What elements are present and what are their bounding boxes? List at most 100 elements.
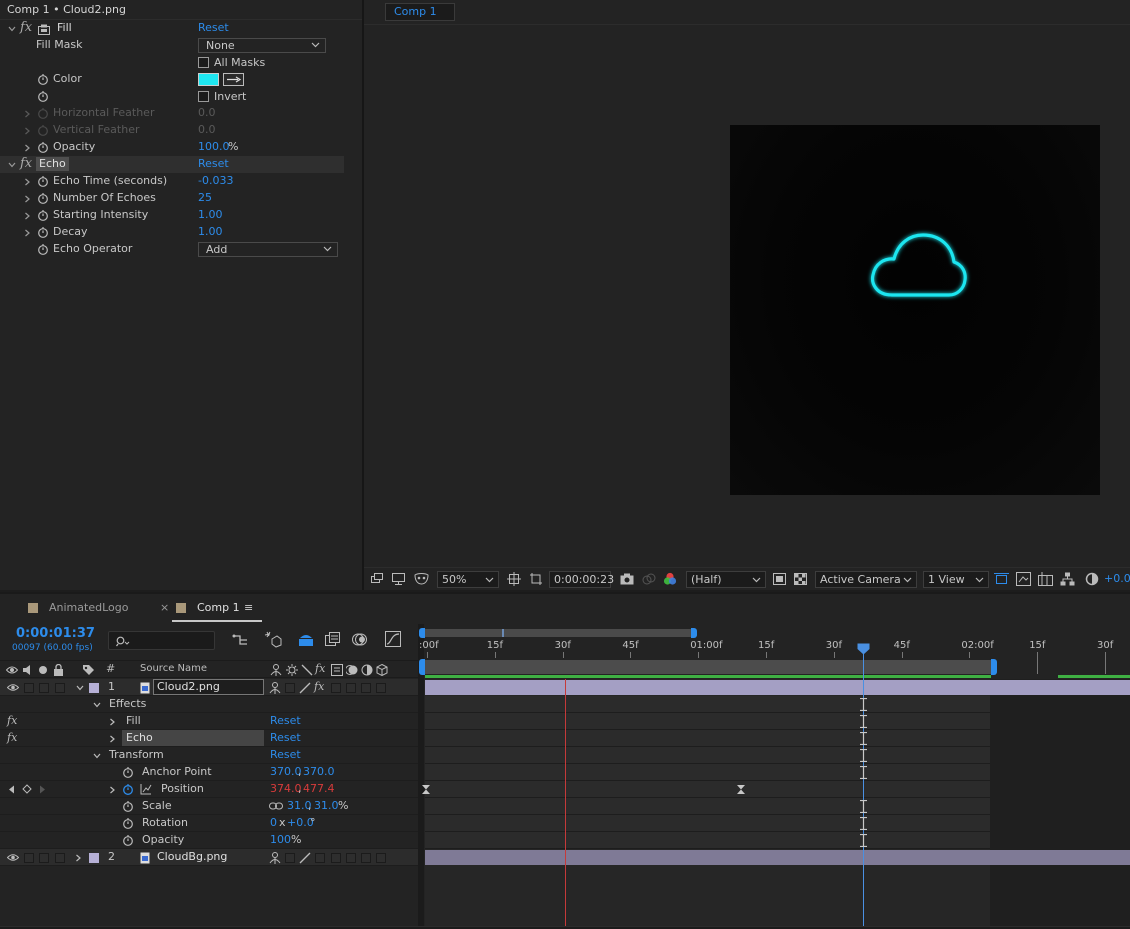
- shy-icon[interactable]: [269, 682, 281, 694]
- solo-switch[interactable]: [39, 683, 49, 693]
- stopwatch-icon[interactable]: [37, 243, 49, 255]
- layer-label-color[interactable]: [89, 853, 99, 863]
- starting-intensity-value[interactable]: 1.00: [198, 208, 223, 222]
- layer-duration-bar[interactable]: [425, 680, 1130, 695]
- fill-reset-link[interactable]: Reset: [198, 21, 229, 35]
- column-header-source-name[interactable]: Source Name: [140, 662, 207, 676]
- collapse-switch[interactable]: [285, 683, 295, 693]
- layer-row[interactable]: 1 Cloud2.png fx: [0, 679, 418, 696]
- stopwatch-icon[interactable]: [37, 73, 49, 85]
- anchor-point-row[interactable]: Anchor Point 370.0 , 370.0: [0, 764, 418, 781]
- time-navigator-bar[interactable]: [425, 629, 695, 637]
- stopwatch-icon[interactable]: [37, 90, 49, 102]
- transparency-grid-icon[interactable]: [794, 573, 807, 585]
- monitor-icon[interactable]: [392, 573, 405, 585]
- eyedropper-icon[interactable]: [223, 73, 244, 86]
- fx-icon[interactable]: fx: [7, 731, 17, 745]
- fx-icon[interactable]: fx: [20, 157, 32, 171]
- timeline-tab-comp1[interactable]: Comp 1 ≡: [172, 594, 262, 622]
- playhead-line[interactable]: [863, 646, 864, 929]
- effects-group-row[interactable]: Effects: [0, 696, 418, 713]
- adjustment-switch[interactable]: [361, 683, 371, 693]
- chevron-down-icon[interactable]: [92, 751, 102, 761]
- camera-icon[interactable]: [620, 573, 634, 585]
- quality-icon[interactable]: [299, 852, 311, 864]
- echo-reset-link[interactable]: Reset: [270, 731, 301, 745]
- motion-blur-switch[interactable]: [346, 683, 356, 693]
- chevron-right-icon[interactable]: [22, 126, 32, 136]
- stopwatch-icon[interactable]: [37, 226, 49, 238]
- flowchart-icon[interactable]: [1060, 572, 1075, 586]
- hide-shy-layers-icon[interactable]: [298, 632, 314, 647]
- work-area-bar[interactable]: [425, 660, 991, 674]
- frame-blending-icon[interactable]: [325, 632, 340, 647]
- add-keyframe-icon[interactable]: [22, 784, 32, 794]
- echo-time-value[interactable]: -0.033: [198, 174, 233, 188]
- eye-icon[interactable]: [6, 665, 18, 675]
- collapse-transform-icon[interactable]: [286, 664, 298, 676]
- time-ruler[interactable]: :00f 15f 30f 45f 01:00f 15f 30f 45f 02:00f 15f 30f: [419, 624, 1130, 680]
- 3d-layer-icon[interactable]: [376, 664, 388, 676]
- scale-row[interactable]: Scale 31.0 , 31.0 %: [0, 798, 418, 815]
- 3d-switch[interactable]: [376, 853, 386, 863]
- keyframe-icon[interactable]: [421, 784, 431, 795]
- view-layout-dropdown[interactable]: 1 View: [923, 571, 989, 588]
- stopwatch-icon[interactable]: [37, 141, 49, 153]
- effect-echo-row[interactable]: fx Echo Reset: [0, 156, 344, 173]
- frame-blend-switch[interactable]: [331, 853, 341, 863]
- solo-switch[interactable]: [39, 853, 49, 863]
- scale-y-value[interactable]: 31.0: [314, 799, 339, 813]
- fx-icon[interactable]: fx: [20, 21, 32, 35]
- chevron-down-icon[interactable]: [92, 700, 102, 710]
- eye-icon[interactable]: [7, 853, 19, 862]
- chevron-right-icon[interactable]: [22, 211, 32, 221]
- work-area-end-handle[interactable]: [991, 659, 997, 675]
- composition-canvas[interactable]: [730, 125, 1100, 495]
- timeline-tab-animatedlogo[interactable]: AnimatedLogo ×: [0, 594, 170, 622]
- all-masks-checkbox[interactable]: [198, 57, 209, 68]
- transform-group-row[interactable]: Transform Reset: [0, 747, 418, 764]
- fill-effect-row[interactable]: fx Fill Reset: [0, 713, 418, 730]
- toggle-pixel-aspect-icon[interactable]: [994, 572, 1009, 586]
- quality-icon[interactable]: [301, 664, 313, 676]
- num-echoes-value[interactable]: 25: [198, 191, 212, 205]
- layer-duration-bar[interactable]: [425, 850, 1130, 865]
- collapse-switch[interactable]: [285, 853, 295, 863]
- eye-icon[interactable]: [7, 683, 19, 692]
- frame-blend-switch-icon[interactable]: [331, 664, 343, 676]
- motion-blur-icon[interactable]: [352, 632, 368, 647]
- stopwatch-icon[interactable]: [37, 192, 49, 204]
- chevron-down-icon[interactable]: [7, 24, 17, 34]
- chevron-right-icon[interactable]: [22, 228, 32, 238]
- draft-3d-icon[interactable]: [264, 631, 282, 648]
- fast-previews-icon[interactable]: [1016, 572, 1031, 586]
- echo-reset-link[interactable]: Reset: [198, 157, 229, 171]
- next-keyframe-icon[interactable]: [39, 785, 46, 794]
- link-icon[interactable]: [269, 802, 283, 810]
- timecode-field[interactable]: 0:00:00:23: [549, 571, 614, 588]
- chevron-right-icon[interactable]: [107, 734, 117, 744]
- layer-label-color[interactable]: [89, 683, 99, 693]
- invert-checkbox[interactable]: [198, 91, 209, 102]
- shy-icon[interactable]: [269, 852, 281, 864]
- shy-icon[interactable]: [270, 664, 282, 676]
- motion-blur-switch-icon[interactable]: [346, 664, 358, 676]
- transform-reset-link[interactable]: Reset: [270, 748, 301, 762]
- chevron-down-icon[interactable]: [75, 683, 85, 693]
- motion-blur-switch[interactable]: [346, 853, 356, 863]
- fill-opacity-value[interactable]: 100.0: [198, 140, 230, 154]
- audio-switch[interactable]: [24, 853, 34, 863]
- lock-icon[interactable]: [53, 664, 64, 676]
- position-x-value[interactable]: 374.0: [270, 782, 302, 796]
- layer-name[interactable]: CloudBg.png: [157, 850, 227, 864]
- work-area-start-handle[interactable]: [419, 659, 425, 675]
- color-channels-icon[interactable]: [663, 572, 677, 586]
- keyframe-icon[interactable]: [736, 784, 746, 795]
- close-icon[interactable]: ×: [160, 601, 169, 615]
- stopwatch-icon[interactable]: [37, 209, 49, 221]
- panel-menu-icon[interactable]: ≡: [244, 601, 253, 615]
- audio-switch[interactable]: [24, 683, 34, 693]
- position-y-value[interactable]: 477.4: [303, 782, 335, 796]
- anchor-x-value[interactable]: 370.0: [270, 765, 302, 779]
- timeline-icon[interactable]: [1038, 572, 1053, 586]
